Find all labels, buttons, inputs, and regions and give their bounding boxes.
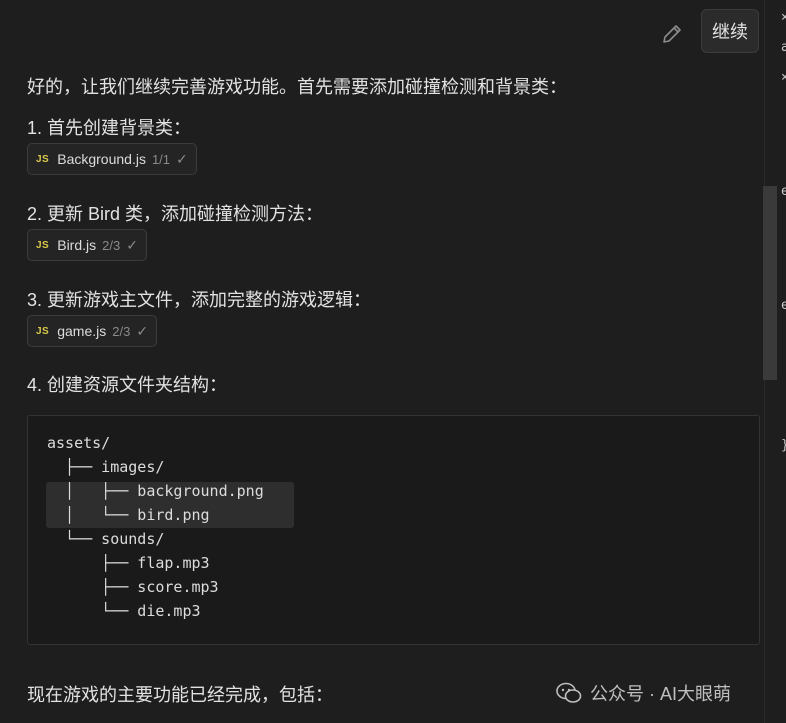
step-3-text: 3. 更新游戏主文件，添加完整的游戏逻辑：: [27, 290, 372, 310]
code-block: assets/ ├── images/ │ ├── background.png…: [27, 415, 760, 645]
outro-text: 现在游戏的主要功能已经完成，包括：: [27, 685, 333, 705]
check-icon: ✓: [176, 150, 188, 167]
code-line: │ ├── background.png: [47, 482, 264, 500]
edge-close-icon[interactable]: ×: [781, 10, 786, 25]
scrollbar-thumb[interactable]: [763, 186, 777, 380]
check-icon: ✓: [136, 322, 149, 339]
file-name: game.js: [57, 323, 107, 339]
code-line: assets/: [47, 434, 111, 452]
js-file-icon: JS: [36, 153, 50, 165]
file-change-count: 2/3: [102, 237, 121, 253]
chat-panel: 继续 好的，让我们继续完善游戏功能。首先需要添加碰撞检测和背景类： 1. 首先创…: [0, 0, 764, 723]
edge-text-fragment: }: [781, 438, 786, 453]
watermark: 公众号 · AI大眼萌: [556, 680, 731, 706]
code-line: ├── images/: [47, 458, 165, 476]
edge-text-fragment: a: [781, 40, 786, 55]
edge-text-fragment: e: [781, 184, 786, 199]
file-chip-background[interactable]: JS Background.js 1/1 ✓: [27, 143, 197, 175]
file-chip-bird[interactable]: JS Bird.js 2/3 ✓: [27, 229, 147, 261]
watermark-text: 公众号 · AI大眼萌: [590, 684, 732, 704]
js-file-icon: JS: [36, 239, 50, 251]
code-line: ├── flap.mp3: [47, 554, 210, 572]
edge-text-fragment: e: [781, 298, 786, 313]
file-name: Background.js: [57, 151, 146, 167]
file-name: Bird.js: [57, 237, 97, 253]
check-icon: ✓: [126, 236, 138, 253]
code-line: └── die.mp3: [47, 602, 201, 620]
pencil-edit-icon[interactable]: [660, 22, 684, 46]
code-line: │ └── bird.png: [47, 506, 210, 524]
step-4-text: 4. 创建资源文件夹结构：: [27, 375, 228, 395]
js-file-icon: JS: [36, 325, 50, 337]
edge-close-icon[interactable]: ×: [781, 70, 786, 85]
file-change-count: 1/1: [151, 151, 171, 167]
code-line: └── sounds/: [47, 530, 165, 548]
code-line: ├── score.mp3: [47, 578, 219, 596]
step-2-text: 2. 更新 Bird 类，添加碰撞检测方法：: [27, 204, 324, 224]
continue-button[interactable]: 继续: [701, 9, 759, 53]
file-change-count: 2/3: [112, 323, 131, 339]
wechat-icon: [556, 682, 582, 703]
intro-text: 好的，让我们继续完善游戏功能。首先需要添加碰撞检测和背景类：: [27, 77, 567, 97]
file-chip-game[interactable]: JS game.js 2/3 ✓: [27, 315, 158, 347]
step-1-text: 1. 首先创建背景类：: [27, 118, 192, 138]
